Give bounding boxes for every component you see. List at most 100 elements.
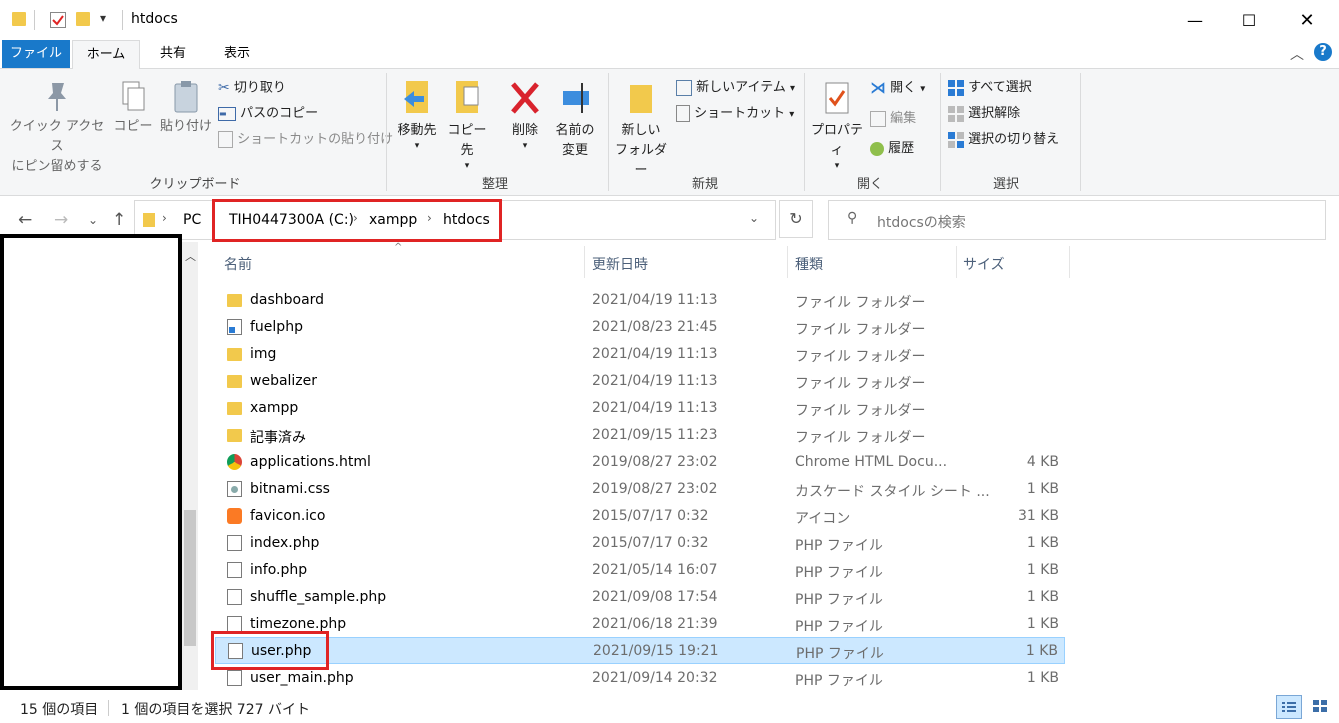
list-item[interactable]: img 2021/04/19 11:13 ファイル フォルダー bbox=[215, 341, 1065, 368]
tab-file[interactable]: ファイル bbox=[2, 40, 70, 68]
select-all-button[interactable]: すべて選択 bbox=[948, 78, 1032, 98]
select-none-button[interactable]: 選択解除 bbox=[948, 104, 1020, 124]
move-to-button[interactable]: 移動先 ▾ bbox=[392, 79, 442, 151]
file-date: 2021/09/08 17:54 bbox=[592, 589, 718, 605]
list-item[interactable]: shuffle_sample.php 2021/09/08 17:54 PHP … bbox=[215, 584, 1065, 611]
delete-button[interactable]: 削除 ▾ bbox=[502, 79, 548, 151]
list-item[interactable]: info.php 2021/05/14 16:07 PHP ファイル 1 KB bbox=[215, 557, 1065, 584]
back-arrow-icon[interactable]: ← bbox=[18, 210, 32, 230]
css-file-icon bbox=[227, 481, 242, 497]
paste-button[interactable]: 貼り付け bbox=[158, 79, 214, 137]
list-item-selected[interactable]: user.php 2021/09/15 19:21 PHP ファイル 1 KB bbox=[215, 637, 1065, 664]
group-label-organize: 整理 bbox=[481, 177, 508, 192]
copy-to-button[interactable]: コピー先 ▾ bbox=[442, 79, 492, 171]
copy-to-icon bbox=[442, 79, 492, 121]
vscode-icon: ⋊ bbox=[870, 78, 886, 97]
large-icons-view-icon[interactable] bbox=[1308, 695, 1334, 719]
shortcut-button[interactable]: ショートカット ▾ bbox=[676, 104, 794, 124]
properties-check-icon[interactable] bbox=[50, 12, 66, 28]
address-bar[interactable]: › PC › TIH0447300A (C:) › xampp › htdocs… bbox=[134, 200, 776, 240]
new-item-button[interactable]: 新しいアイテム ▾ bbox=[676, 78, 795, 98]
file-name: fuelphp bbox=[250, 319, 303, 335]
file-type: ファイル フォルダー bbox=[795, 376, 926, 392]
history-button[interactable]: 履歴 bbox=[870, 139, 914, 159]
breadcrumb-drive[interactable]: TIH0447300A (C:) bbox=[229, 212, 354, 228]
group-label-clipboard: クリップボード bbox=[149, 177, 241, 192]
close-button[interactable]: ✕ bbox=[1280, 0, 1334, 40]
file-type: PHP ファイル bbox=[795, 673, 883, 689]
tab-home[interactable]: ホーム bbox=[72, 40, 140, 69]
file-date: 2019/08/27 23:02 bbox=[592, 481, 718, 497]
scroll-up-icon[interactable]: ︿ bbox=[185, 248, 196, 264]
breadcrumb-pc[interactable]: PC bbox=[183, 212, 201, 228]
details-view-icon[interactable] bbox=[1276, 695, 1302, 719]
column-header-type[interactable]: 種類 bbox=[795, 254, 823, 274]
pin-icon bbox=[6, 79, 108, 117]
help-icon[interactable]: ? bbox=[1314, 43, 1332, 61]
file-type: PHP ファイル bbox=[796, 646, 884, 662]
list-item[interactable]: bitnami.css 2019/08/27 23:02 カスケード スタイル … bbox=[215, 476, 1065, 503]
list-item[interactable]: user_main.php 2021/09/14 20:32 PHP ファイル … bbox=[215, 665, 1065, 692]
paste-shortcut-button[interactable]: ショートカットの貼り付け bbox=[218, 130, 393, 150]
new-folder-quick-icon[interactable] bbox=[76, 12, 90, 26]
shortcut-dropdown-icon: ▾ bbox=[789, 109, 795, 120]
ribbon: クイック アクセス にピン留めする コピー 貼り付け ✂ 切り取り ▬ パスのコ… bbox=[0, 69, 1339, 196]
file-name: bitnami.css bbox=[250, 481, 330, 497]
paste-label: 貼り付け bbox=[159, 119, 212, 134]
refresh-icon[interactable]: ↻ bbox=[779, 200, 813, 238]
navigation-pane[interactable] bbox=[0, 234, 182, 690]
column-header-date[interactable]: 更新日時 bbox=[592, 254, 648, 274]
file-size: 1 KB bbox=[1026, 535, 1059, 551]
list-item[interactable]: fuelphp 2021/08/23 21:45 ファイル フォルダー bbox=[215, 314, 1065, 341]
properties-button[interactable]: プロパティ ▾ bbox=[806, 79, 868, 171]
nav-pane-scroll-thumb[interactable] bbox=[184, 510, 196, 646]
copy-path-button[interactable]: ▬ パスのコピー bbox=[218, 104, 318, 124]
select-all-label: すべて選択 bbox=[968, 80, 1032, 95]
rename-button[interactable]: 名前の 変更 bbox=[550, 79, 600, 161]
shortcut-folder-icon bbox=[227, 319, 242, 335]
list-item[interactable]: dashboard 2021/04/19 11:13 ファイル フォルダー bbox=[215, 287, 1065, 314]
breadcrumb-xampp[interactable]: xampp bbox=[369, 212, 417, 228]
minimize-button[interactable]: — bbox=[1168, 0, 1222, 40]
move-to-label: 移動先 bbox=[397, 123, 437, 138]
new-folder-button[interactable]: 新しい フォルダー bbox=[610, 79, 672, 181]
group-label-open: 開く bbox=[856, 177, 883, 192]
php-file-icon bbox=[227, 670, 242, 686]
tab-view[interactable]: 表示 bbox=[210, 40, 264, 68]
address-dropdown-icon[interactable]: ⌄ bbox=[749, 211, 759, 225]
list-item[interactable]: xampp 2021/04/19 11:13 ファイル フォルダー bbox=[215, 395, 1065, 422]
file-type: ファイル フォルダー bbox=[795, 322, 926, 338]
list-item[interactable]: timezone.php 2021/06/18 21:39 PHP ファイル 1… bbox=[215, 611, 1065, 638]
up-arrow-icon[interactable]: ↑ bbox=[112, 210, 126, 230]
edit-button[interactable]: 編集 bbox=[870, 109, 916, 129]
quick-access-dropdown-icon[interactable]: ▾ bbox=[100, 11, 106, 25]
tab-share[interactable]: 共有 bbox=[146, 40, 200, 68]
search-icon: ⚲ bbox=[847, 210, 858, 226]
cut-button[interactable]: ✂ 切り取り bbox=[218, 78, 286, 98]
open-button[interactable]: ⋊ 開く ▾ bbox=[870, 78, 925, 98]
breadcrumb-htdocs[interactable]: htdocs bbox=[443, 212, 490, 228]
copy-to-label: コピー先 bbox=[447, 123, 487, 158]
column-header-size[interactable]: サイズ bbox=[963, 254, 1005, 274]
file-size: 1 KB bbox=[1026, 616, 1059, 632]
maximize-button[interactable]: ☐ bbox=[1222, 0, 1276, 40]
column-header-name[interactable]: 名前 bbox=[224, 254, 252, 274]
search-box[interactable]: ⚲ htdocsの検索 bbox=[828, 200, 1326, 240]
list-item[interactable]: 記事済み 2021/09/15 11:23 ファイル フォルダー bbox=[215, 422, 1065, 449]
group-label-select: 選択 bbox=[992, 177, 1019, 192]
copy-button[interactable]: コピー bbox=[110, 79, 156, 137]
invert-selection-button[interactable]: 選択の切り替え bbox=[948, 130, 1059, 150]
recent-locations-chevron-icon[interactable]: ⌄ bbox=[88, 213, 98, 227]
pin-quick-access-button[interactable]: クイック アクセス にピン留めする bbox=[6, 79, 108, 177]
search-input[interactable]: htdocsの検索 bbox=[877, 212, 966, 232]
list-item[interactable]: index.php 2015/07/17 0:32 PHP ファイル 1 KB bbox=[215, 530, 1065, 557]
forward-arrow-icon[interactable]: → bbox=[54, 210, 68, 230]
properties-label: プロパティ bbox=[810, 123, 863, 158]
list-item[interactable]: favicon.ico 2015/07/17 0:32 アイコン 31 KB bbox=[215, 503, 1065, 530]
list-item[interactable]: applications.html 2019/08/27 23:02 Chrom… bbox=[215, 449, 1065, 476]
divider bbox=[584, 246, 585, 278]
list-item[interactable]: webalizer 2021/04/19 11:13 ファイル フォルダー bbox=[215, 368, 1065, 395]
collapse-ribbon-icon[interactable]: ︿ bbox=[1290, 44, 1304, 64]
copy-path-label: パスのコピー bbox=[240, 106, 319, 121]
open-label: 開く bbox=[890, 80, 917, 96]
